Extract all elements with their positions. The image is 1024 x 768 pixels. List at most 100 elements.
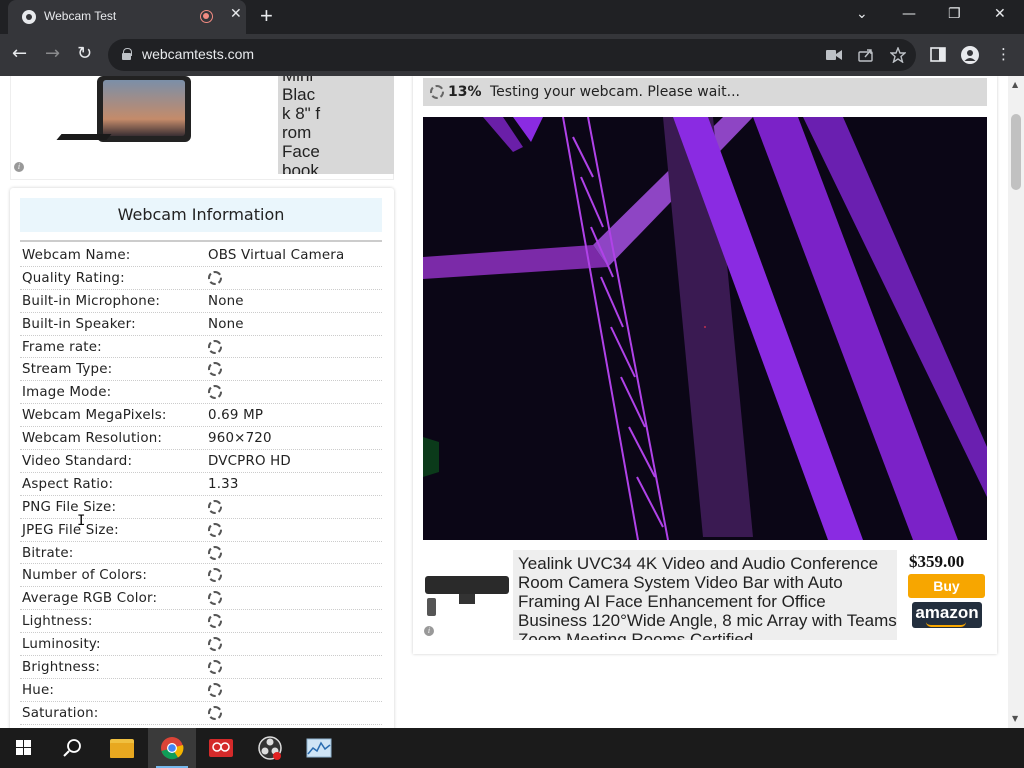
tab-search-chevron-icon[interactable]: ⌄ [856, 6, 868, 22]
info-row-label: Built-in Microphone: [22, 293, 161, 309]
ad-product-stand [56, 134, 112, 140]
windows-start-icon [16, 740, 31, 755]
info-row-label: Quality Rating: [22, 270, 125, 286]
windows-taskbar [0, 728, 1024, 768]
loading-spinner-icon [208, 682, 222, 697]
buy-button[interactable]: Buy [908, 574, 985, 598]
tab-title: Webcam Test [44, 9, 117, 23]
obs-taskbar-button[interactable] [246, 728, 294, 768]
loading-spinner-icon [208, 545, 222, 560]
info-row: PNG File Size: [20, 496, 382, 519]
info-row: Built-in Microphone: None [20, 290, 382, 313]
info-row: Webcam MegaPixels: 0.69 MP [20, 404, 382, 428]
info-row-label: Webcam Name: [22, 248, 131, 263]
loading-spinner-icon [208, 362, 222, 377]
browser-titlebar: Webcam Test ✕ + ⌄ — ❐ ✕ [0, 0, 1024, 34]
product-image[interactable] [425, 572, 509, 616]
info-row-label: Average RGB Color: [22, 591, 158, 607]
info-row-value: None [208, 293, 244, 309]
loading-spinner-icon [208, 339, 222, 354]
webcam-information-title: Webcam Information [20, 198, 382, 232]
search-button[interactable] [48, 728, 96, 768]
product-title[interactable]: Yealink UVC34 4K Video and Audio Confere… [518, 554, 897, 640]
scroll-down-arrow-icon[interactable]: ▼ [1012, 714, 1018, 723]
start-button[interactable] [0, 728, 48, 768]
scroll-up-arrow-icon[interactable]: ▲ [1012, 80, 1018, 89]
page-viewport: i Mini Black 8" from Facebook Webcam Inf… [0, 76, 1008, 728]
lock-icon[interactable] [122, 48, 132, 60]
amazon-smile-icon [926, 622, 966, 627]
ad-banner-top[interactable]: i Mini Black 8" from Facebook [10, 76, 394, 180]
profile-avatar-icon[interactable] [961, 46, 979, 64]
info-row: Luminosity: [20, 633, 382, 657]
chrome-icon [161, 737, 184, 760]
test-progress-bar: 13% Testing your webcam. Please wait... [423, 78, 987, 106]
ad-info-icon[interactable]: i [14, 162, 24, 172]
camera-in-use-icon[interactable] [826, 49, 842, 61]
loading-spinner-icon [208, 660, 222, 675]
window-close-icon[interactable]: ✕ [994, 6, 1006, 22]
minimize-icon[interactable]: — [902, 6, 916, 22]
app-taskbar-button-red[interactable] [197, 728, 245, 768]
tab-close-icon[interactable]: ✕ [230, 6, 242, 22]
address-url[interactable]: webcamtests.com [142, 46, 254, 62]
ad-text-box[interactable]: Mini Black 8" from Facebook [278, 76, 394, 174]
info-row: Saturation: [20, 702, 382, 725]
info-row-label: Number of Colors: [22, 568, 148, 584]
loading-spinner-icon [208, 614, 222, 629]
page-scrollbar[interactable]: ▲ ▼ [1008, 76, 1024, 728]
obs-icon [258, 736, 282, 760]
maximize-icon[interactable]: ❐ [948, 6, 961, 22]
test-progress-percent: 13% [448, 84, 482, 100]
info-row: Built-in Speaker: None [20, 313, 382, 336]
address-bar[interactable]: webcamtests.com [108, 39, 916, 71]
info-row: JPEG File Size: [20, 519, 382, 542]
loading-spinner-icon [430, 85, 444, 99]
bookmark-star-icon[interactable] [890, 47, 906, 63]
product-ad[interactable]: i Yealink UVC34 4K Video and Audio Confe… [423, 550, 987, 640]
chrome-taskbar-button[interactable] [148, 728, 196, 768]
info-row-label: Luminosity: [22, 637, 101, 653]
info-row-label: PNG File Size: [22, 499, 117, 515]
info-row-label: JPEG File Size: [22, 522, 119, 538]
side-panel-icon[interactable] [930, 47, 946, 62]
ad-info-icon[interactable]: i [424, 626, 434, 636]
loading-spinner-icon [208, 705, 222, 720]
product-price: $359.00 [909, 552, 965, 571]
site-favicon-icon [22, 10, 36, 24]
info-row-label: Image Mode: [22, 385, 112, 401]
info-row: Webcam Resolution: 960×720 [20, 427, 382, 451]
info-row: Bitrate: [20, 542, 382, 565]
webcam-information-table: Webcam Name: OBS Virtual Camera Quality Ra… [20, 244, 382, 725]
info-row: Quality Rating: [20, 267, 382, 290]
scrollbar-thumb[interactable] [1011, 114, 1021, 190]
file-explorer-button[interactable] [98, 728, 146, 768]
info-row-label: Brightness: [22, 660, 101, 676]
forward-icon[interactable]: → [45, 43, 60, 64]
monitor-app-taskbar-button[interactable] [295, 728, 343, 768]
loading-spinner-icon [208, 568, 222, 583]
webcam-information-card: Webcam Information Webcam Name: OBS Virtu… [10, 188, 394, 728]
browser-toolbar: ← → ↻ webcamtests.com ⋮ [0, 34, 1024, 76]
info-row-value: OBS Virtual Camera [208, 248, 345, 263]
new-tab-icon[interactable]: + [260, 3, 273, 29]
chrome-menu-icon[interactable]: ⋮ [996, 45, 1011, 63]
info-row-value: 1.33 [208, 476, 239, 492]
info-row: Frame rate: [20, 336, 382, 359]
reload-icon[interactable]: ↻ [77, 43, 92, 64]
info-row: Video Standard: DVCPRO HD [20, 450, 382, 473]
share-icon[interactable] [858, 48, 874, 62]
product-title-box[interactable]: Yealink UVC34 4K Video and Audio Confere… [513, 550, 897, 640]
browser-tab-webcam-test[interactable]: Webcam Test ✕ [8, 0, 246, 34]
info-row-value: None [208, 316, 244, 332]
loading-spinner-icon [208, 270, 222, 285]
ad-product-image[interactable] [97, 76, 191, 142]
loading-spinner-icon [208, 499, 222, 514]
info-row: Average RGB Color: [20, 587, 382, 611]
info-row: Hue: [20, 679, 382, 702]
back-icon[interactable]: ← [12, 43, 27, 64]
amazon-logo[interactable]: amazon [912, 602, 982, 628]
info-row-label: Aspect Ratio: [22, 476, 114, 492]
webcam-video-feed[interactable] [423, 117, 987, 540]
test-progress-message: Testing your webcam. Please wait... [490, 84, 741, 100]
